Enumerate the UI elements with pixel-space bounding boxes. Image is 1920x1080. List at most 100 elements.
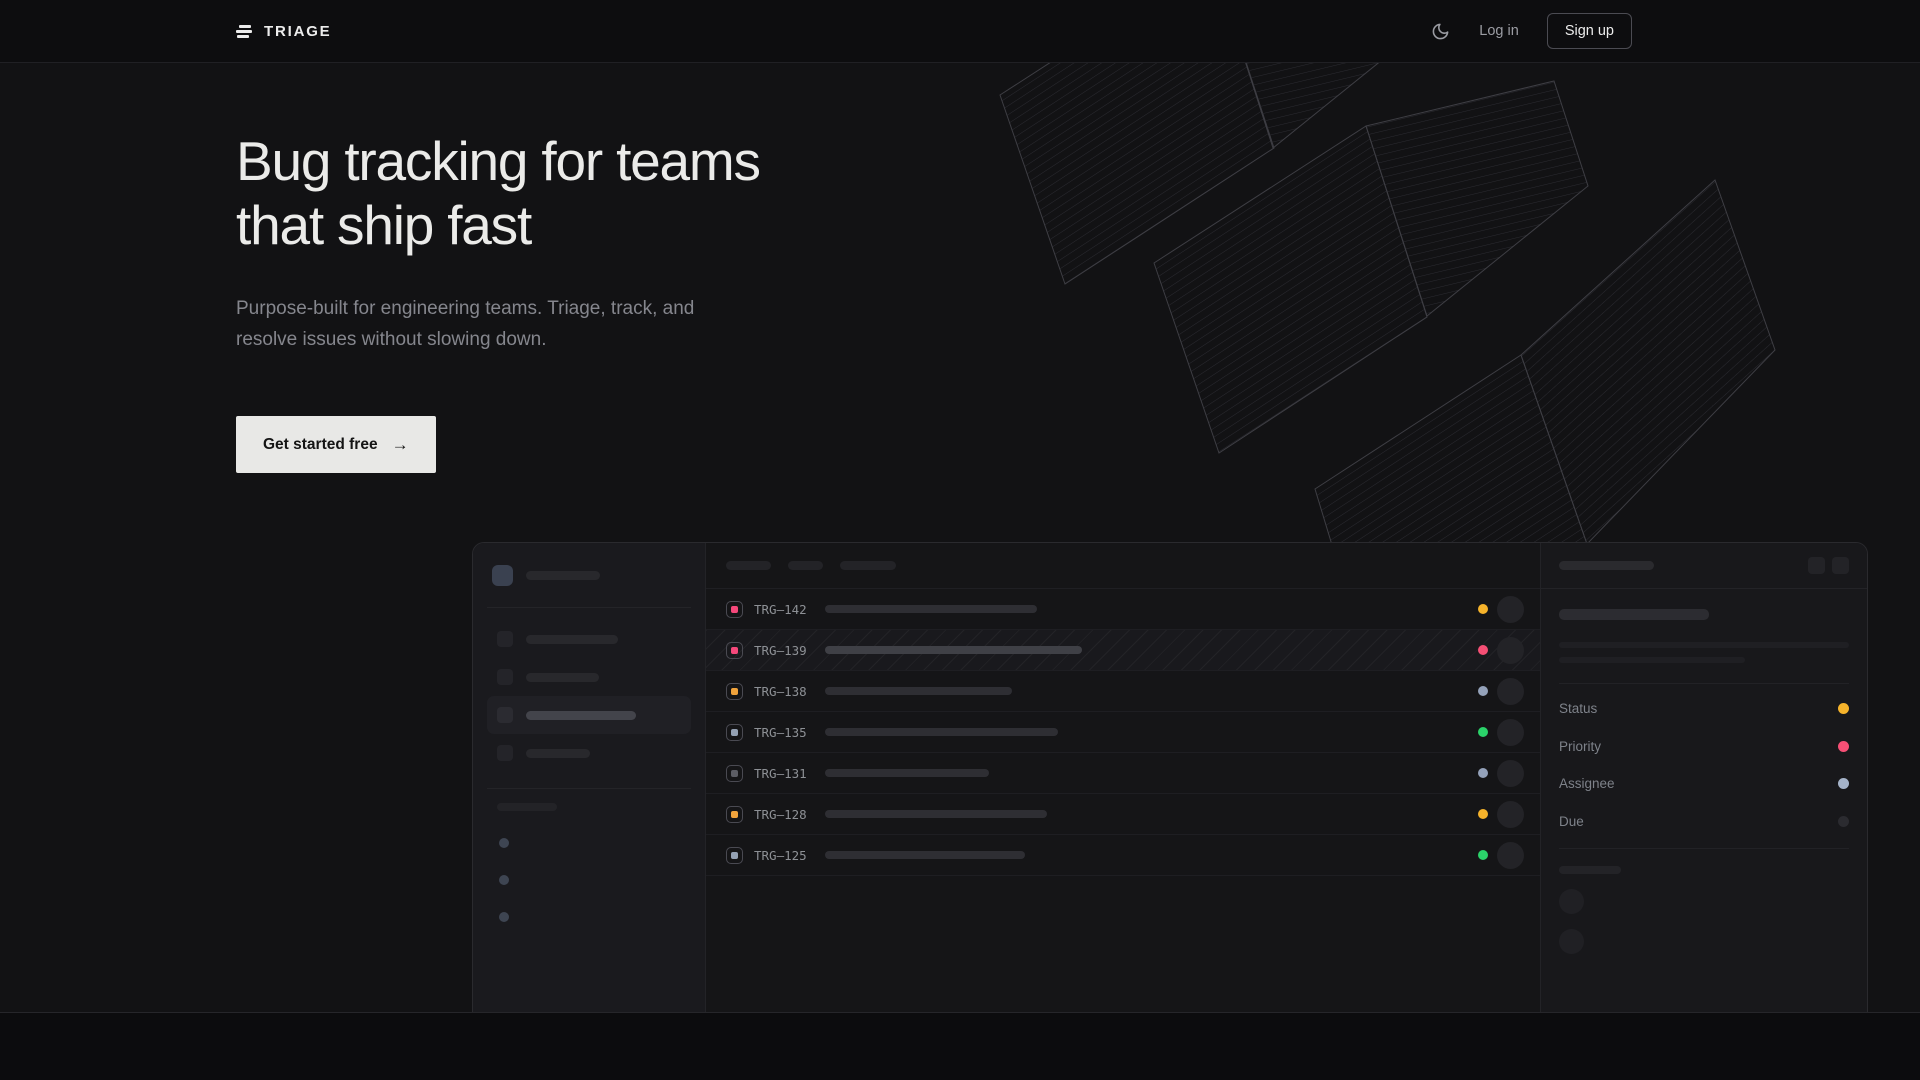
property-value-dot [1838,778,1849,789]
property-row[interactable]: Due [1559,803,1849,841]
get-started-button[interactable]: Get started free → [236,416,436,473]
property-label: Assignee [1559,776,1615,791]
issue-row[interactable]: TRG–138 [706,671,1540,712]
sidebar-list-dot [499,912,509,922]
moon-icon [1431,22,1450,41]
sidebar-list-dot [499,875,509,885]
issue-title-skeleton [825,605,1037,613]
priority-icon [726,847,743,864]
status-dot [1478,727,1488,737]
property-row[interactable]: Priority [1559,728,1849,766]
priority-icon [726,765,743,782]
issue-row[interactable]: TRG–131 [706,753,1540,794]
property-value-dot [1838,741,1849,752]
issue-list-header [706,543,1540,589]
login-link[interactable]: Log in [1479,23,1519,39]
sidebar-list-dot [499,838,509,848]
sidebar-section-label-skeleton [497,803,557,811]
issue-row[interactable]: TRG–142 [706,589,1540,630]
property-value-dot [1838,703,1849,714]
panel-action-button[interactable] [1808,557,1825,574]
divider [487,607,691,608]
comment-avatar [1559,889,1584,914]
avatar [1497,637,1524,664]
sidebar-item-3-active[interactable] [487,696,691,734]
property-label: Priority [1559,739,1601,754]
filter-tab-skeleton[interactable] [788,561,823,570]
divider [1559,848,1849,849]
app-mockup: TRG–142TRG–139TRG–138TRG–135TRG–131TRG–1… [472,542,1868,1013]
sidebar-item-icon [497,631,513,647]
priority-icon [726,683,743,700]
filter-tab-skeleton[interactable] [840,561,896,570]
panel-action-button[interactable] [1832,557,1849,574]
hero-subtitle: Purpose-built for engineering teams. Tri… [236,294,1920,355]
sidebar-item-skeleton [526,749,590,758]
issue-title-skeleton [825,728,1058,736]
filter-tab-skeleton[interactable] [726,561,771,570]
sidebar-item-1[interactable] [487,620,691,658]
avatar [1497,678,1524,705]
property-value-dot [1838,816,1849,827]
bottom-section [0,1013,1920,1080]
workspace-avatar [492,565,513,586]
sidebar-item-skeleton [526,711,636,720]
sidebar-item-4[interactable] [487,734,691,772]
sidebar-item-icon [497,669,513,685]
status-dot [1478,809,1488,819]
workspace-switcher[interactable] [487,565,691,586]
property-row[interactable]: Status [1559,690,1849,728]
issue-row[interactable]: TRG–139 [706,630,1540,671]
hero-title: Bug tracking for teams that ship fast [236,129,1920,257]
detail-text-skeleton [1559,642,1849,648]
issue-id: TRG–125 [754,848,811,863]
issue-title-skeleton [825,851,1025,859]
issue-list: TRG–142TRG–139TRG–138TRG–135TRG–131TRG–1… [706,589,1540,876]
divider [487,788,691,789]
brand-name: TRIAGE [264,23,331,40]
issue-list-panel: TRG–142TRG–139TRG–138TRG–135TRG–131TRG–1… [706,543,1541,1013]
issue-row[interactable]: TRG–135 [706,712,1540,753]
sidebar-item-icon [497,707,513,723]
avatar [1497,760,1524,787]
status-dot [1478,686,1488,696]
property-label: Due [1559,814,1584,829]
status-dot [1478,645,1488,655]
issue-title-skeleton [825,687,1012,695]
priority-icon [726,601,743,618]
sidebar-item-icon [497,745,513,761]
sidebar-item-2[interactable] [487,658,691,696]
status-dot [1478,850,1488,860]
property-row[interactable]: Assignee [1559,765,1849,803]
workspace-name-skeleton [526,571,600,580]
issue-row[interactable]: TRG–128 [706,794,1540,835]
issue-row[interactable]: TRG–125 [706,835,1540,876]
property-list: Status Priority Assignee Due [1559,690,1849,840]
issue-title-skeleton [825,810,1047,818]
brand[interactable]: TRIAGE [236,23,331,40]
issue-id: TRG–142 [754,602,811,617]
arrow-right-icon: → [392,435,409,455]
hero-section: Bug tracking for teams that ship fast Pu… [0,63,1920,1013]
detail-panel-header [1541,543,1867,589]
avatar [1497,719,1524,746]
issue-id: TRG–139 [754,643,811,658]
avatar [1497,842,1524,869]
priority-icon [726,642,743,659]
status-dot [1478,768,1488,778]
detail-title-skeleton [1559,609,1709,620]
signup-button[interactable]: Sign up [1547,13,1632,49]
theme-toggle-button[interactable] [1429,20,1451,42]
detail-panel-actions [1808,557,1849,574]
avatar [1497,596,1524,623]
issue-id: TRG–135 [754,725,811,740]
avatar [1497,801,1524,828]
detail-panel-body: Status Priority Assignee Due [1541,589,1867,954]
nav-right: Log in Sign up [1429,13,1632,49]
sidebar-item-skeleton [526,673,599,682]
hero-content: Bug tracking for teams that ship fast Pu… [0,63,1920,1013]
issue-title-skeleton [825,769,989,777]
status-dot [1478,604,1488,614]
detail-header-skeleton [1559,561,1654,570]
property-label: Status [1559,701,1597,716]
